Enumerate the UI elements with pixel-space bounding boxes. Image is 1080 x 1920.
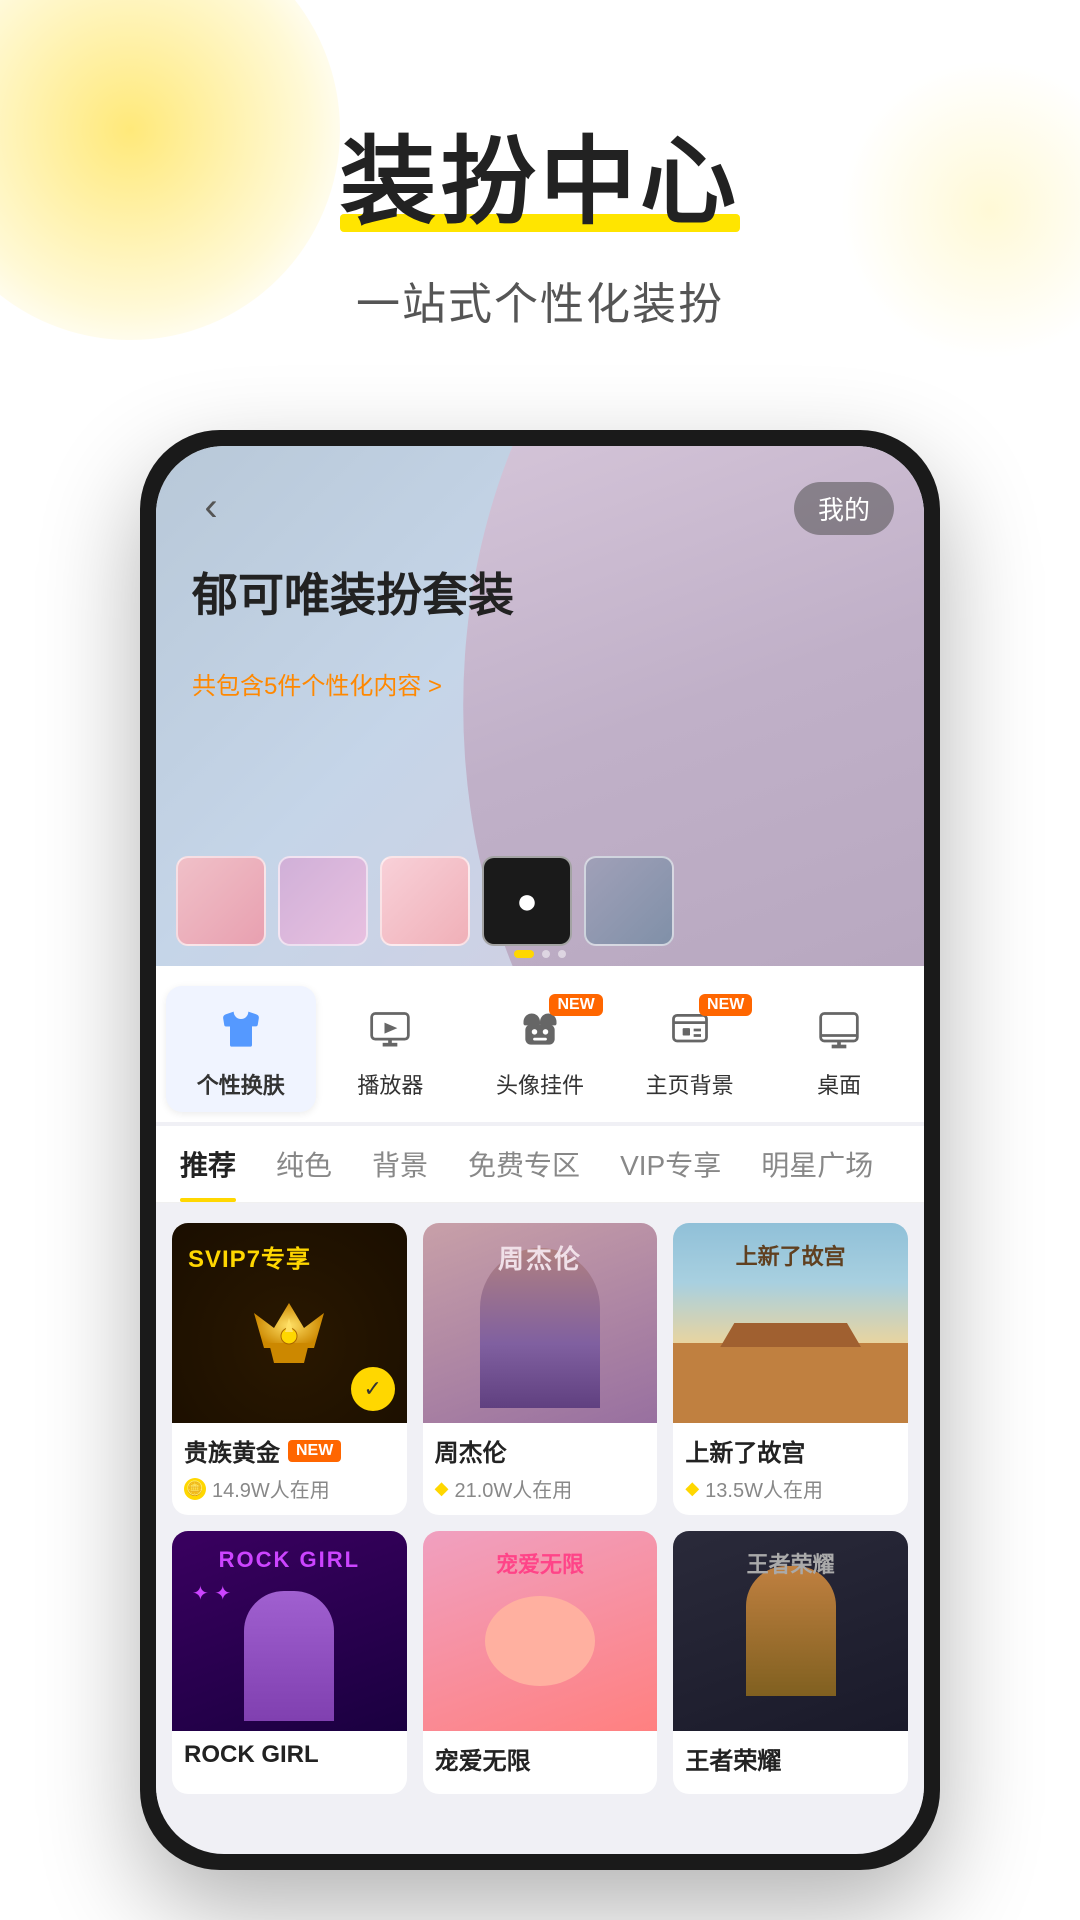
page-title: 装扮中心 xyxy=(340,130,740,236)
skin-image-noble-gold: SVIP7专享 xyxy=(172,1223,407,1423)
thumb-3[interactable] xyxy=(380,856,470,946)
filter-bg[interactable]: 背景 xyxy=(372,1126,428,1202)
skin-users-zjl: ◆ 21.0W人在用 xyxy=(435,1474,646,1503)
thumbnail-strip: ● xyxy=(176,856,674,946)
filter-vip[interactable]: VIP专享 xyxy=(620,1126,721,1202)
category-tabs: 个性换肤 播放器 NEW xyxy=(156,966,924,1122)
pet-banner-text: 宠爱无限 xyxy=(496,1547,584,1579)
palace-banner-text: 上新了故宫 xyxy=(736,1239,846,1271)
thumb-1[interactable] xyxy=(176,856,266,946)
cat-label-homebg: 主页背景 xyxy=(646,1068,734,1100)
pet-figure xyxy=(485,1596,595,1686)
desktop-icon xyxy=(811,1002,867,1058)
selected-check: ✓ xyxy=(351,1367,395,1411)
skin-info-palace: 上新了故宫 ◆ 13.5W人在用 xyxy=(673,1423,908,1515)
phone-screen: ‹ 我的 郁可唯装扮套装 共包含5件个性化内容 > ● xyxy=(156,446,924,1854)
skin-image-rock: ROCK GIRL ✦ ✦ xyxy=(172,1531,407,1731)
diamond-icon-zjl: ◆ xyxy=(435,1478,449,1499)
hero-banner: ‹ 我的 郁可唯装扮套装 共包含5件个性化内容 > ● xyxy=(156,446,924,966)
filter-solid[interactable]: 纯色 xyxy=(276,1126,332,1202)
warrior-figure xyxy=(746,1566,836,1696)
hero-subtitle: 共包含5件个性化内容 > xyxy=(192,666,442,701)
filter-star[interactable]: 明星广场 xyxy=(761,1126,873,1202)
cat-tab-skin[interactable]: 个性换肤 xyxy=(166,986,316,1112)
filter-free[interactable]: 免费专区 xyxy=(468,1126,580,1202)
skin-info-wz: 王者荣耀 xyxy=(673,1731,908,1794)
skin-image-zjl: 周杰伦 xyxy=(423,1223,658,1423)
cat-tab-avatar[interactable]: NEW 头像挂件 xyxy=(465,986,615,1112)
coin-icon-gold: 🪙 xyxy=(184,1478,206,1500)
palace-building xyxy=(673,1343,908,1423)
skin-name-zjl: 周杰伦 xyxy=(435,1433,646,1468)
skin-name-noble-gold: 贵族黄金 NEW xyxy=(184,1433,395,1468)
skin-card-wz[interactable]: 王者荣耀 王者荣耀 xyxy=(673,1531,908,1794)
filter-recommend[interactable]: 推荐 xyxy=(180,1126,236,1202)
rock-banner-text: ROCK GIRL xyxy=(219,1547,360,1573)
phone-mockup: ‹ 我的 郁可唯装扮套装 共包含5件个性化内容 > ● xyxy=(140,430,940,1870)
skin-users-noble-gold: 🪙 14.9W人在用 xyxy=(184,1474,395,1503)
skin-image-pet: 宠爱无限 xyxy=(423,1531,658,1731)
play-icon xyxy=(362,1002,418,1058)
skin-image-palace: 上新了故宫 xyxy=(673,1223,908,1423)
skin-card-rock[interactable]: ROCK GIRL ✦ ✦ ROCK GIRL xyxy=(172,1531,407,1794)
page-subtitle: 一站式个性化装扮 xyxy=(0,268,1080,332)
anime-figure xyxy=(244,1591,334,1721)
phone-frame: ‹ 我的 郁可唯装扮套装 共包含5件个性化内容 > ● xyxy=(140,430,940,1870)
skin-name-wz: 王者荣耀 xyxy=(685,1741,896,1776)
filter-tabs: 推荐 纯色 背景 免费专区 VIP专享 明星广场 xyxy=(156,1126,924,1203)
skin-info-rock: ROCK GIRL xyxy=(172,1731,407,1787)
avatar-new-badge: NEW xyxy=(549,994,602,1016)
skin-name-palace: 上新了故宫 xyxy=(685,1433,896,1468)
skin-card-palace[interactable]: 上新了故宫 上新了故宫 xyxy=(673,1223,908,1515)
hero-title: 郁可唯装扮套装 xyxy=(192,566,514,626)
cat-label-player: 播放器 xyxy=(357,1068,423,1100)
thumb-5[interactable] xyxy=(584,856,674,946)
zjl-banner-text: 周杰伦 xyxy=(498,1239,582,1276)
homebg-new-badge: NEW xyxy=(699,994,752,1016)
skin-users-palace: ◆ 13.5W人在用 xyxy=(685,1474,896,1503)
cat-tab-homebg[interactable]: NEW 主页背景 xyxy=(615,986,765,1112)
new-tag-noble-gold: NEW xyxy=(288,1440,341,1462)
skin-info-zjl: 周杰伦 ◆ 21.0W人在用 xyxy=(423,1423,658,1515)
skin-card-zjl[interactable]: 周杰伦 周杰伦 ◆ 21.0W人在用 xyxy=(423,1223,658,1515)
thumb-4[interactable]: ● xyxy=(482,856,572,946)
skin-card-noble-gold[interactable]: SVIP7专享 xyxy=(172,1223,407,1515)
skin-name-pet: 宠爱无限 xyxy=(435,1741,646,1776)
back-button[interactable]: ‹ xyxy=(186,482,236,532)
cat-tab-player[interactable]: 播放器 xyxy=(316,986,466,1112)
header-section: 装扮中心 一站式个性化装扮 xyxy=(0,0,1080,332)
skin-image-wz: 王者荣耀 xyxy=(673,1531,908,1731)
wz-banner-text: 王者荣耀 xyxy=(747,1547,835,1579)
skin-card-pet[interactable]: 宠爱无限 宠爱无限 xyxy=(423,1531,658,1794)
cat-label-skin: 个性换肤 xyxy=(197,1068,285,1100)
cat-label-desktop: 桌面 xyxy=(817,1068,861,1100)
svip-label: SVIP7专享 xyxy=(188,1239,311,1274)
banner-dots xyxy=(514,950,566,958)
skin-grid: SVIP7专享 xyxy=(156,1203,924,1814)
cat-label-avatar: 头像挂件 xyxy=(496,1068,584,1100)
diamond-icon-palace: ◆ xyxy=(685,1478,699,1499)
thumb-2[interactable] xyxy=(278,856,368,946)
cat-tab-desktop[interactable]: 桌面 xyxy=(764,986,914,1112)
shirt-icon xyxy=(213,1002,269,1058)
my-button[interactable]: 我的 xyxy=(794,482,894,535)
skin-name-rock: ROCK GIRL xyxy=(184,1741,395,1769)
skin-info-pet: 宠爱无限 xyxy=(423,1731,658,1794)
skin-info-noble-gold: 贵族黄金 NEW 🪙 14.9W人在用 xyxy=(172,1423,407,1515)
